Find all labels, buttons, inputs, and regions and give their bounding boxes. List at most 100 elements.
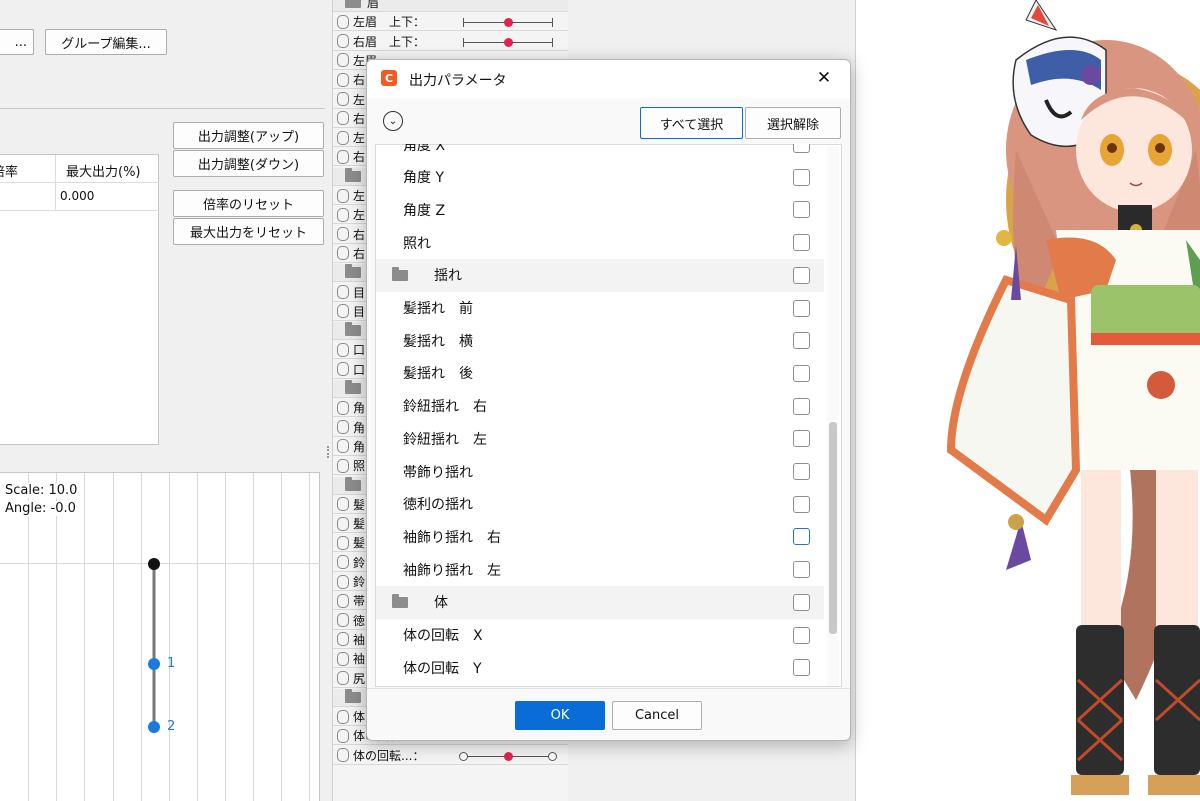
divider bbox=[0, 108, 330, 109]
select-all-button[interactable]: すべて選択 bbox=[640, 107, 743, 139]
dialog-param-row[interactable]: 体の回転 X bbox=[376, 619, 824, 652]
param-label: 髪 bbox=[353, 517, 366, 532]
splitter[interactable] bbox=[325, 0, 331, 801]
lock-icon[interactable] bbox=[337, 439, 349, 454]
dialog-param-row[interactable]: 鈴紐揺れ 右 bbox=[376, 390, 824, 423]
lock-icon[interactable] bbox=[337, 92, 349, 106]
param-checkbox[interactable] bbox=[793, 234, 810, 252]
dialog-param-row[interactable]: 髪揺れ 前 bbox=[376, 292, 824, 325]
close-icon[interactable]: ✕ bbox=[813, 67, 835, 89]
dialog-param-row[interactable]: 髪揺れ 後 bbox=[376, 357, 824, 390]
slider-handle[interactable] bbox=[504, 751, 513, 761]
param-checkbox[interactable] bbox=[793, 463, 810, 480]
lock-icon[interactable] bbox=[337, 400, 349, 415]
lock-icon[interactable] bbox=[337, 111, 349, 126]
lock-icon[interactable] bbox=[337, 613, 349, 628]
cancel-button[interactable]: Cancel bbox=[612, 701, 702, 730]
lock-icon[interactable] bbox=[337, 651, 349, 666]
param-checkbox[interactable] bbox=[793, 528, 810, 546]
dialog-param-row[interactable]: 照れ bbox=[376, 226, 824, 259]
model-viewport[interactable] bbox=[856, 0, 1200, 801]
lock-icon[interactable] bbox=[337, 72, 349, 87]
param-checkbox[interactable] bbox=[793, 397, 810, 415]
param-label: 体の回転...： bbox=[353, 748, 425, 763]
folder-icon bbox=[345, 380, 361, 394]
lock-icon[interactable] bbox=[337, 304, 349, 319]
param-checkbox[interactable] bbox=[793, 626, 810, 644]
dialog-param-row[interactable]: 帯飾り揺れ bbox=[376, 455, 824, 488]
lock-icon[interactable] bbox=[337, 246, 349, 261]
dialog-param-row[interactable]: 角度 Y bbox=[376, 161, 824, 194]
output-down-button[interactable]: 出力調整(ダウン) bbox=[173, 150, 324, 177]
lock-icon[interactable] bbox=[337, 53, 349, 68]
param-checkbox[interactable] bbox=[793, 201, 810, 219]
lock-icon[interactable] bbox=[337, 14, 349, 29]
lock-icon[interactable] bbox=[337, 671, 349, 685]
param-row[interactable]: 右眉 上下： bbox=[333, 32, 568, 51]
lock-icon[interactable] bbox=[337, 285, 349, 299]
lock-icon[interactable] bbox=[337, 342, 349, 357]
param-checkbox[interactable] bbox=[793, 495, 810, 513]
lock-icon[interactable] bbox=[337, 34, 349, 49]
param-checkbox[interactable] bbox=[793, 659, 810, 677]
lock-icon[interactable] bbox=[337, 420, 349, 435]
group-edit-button[interactable]: グループ編集... bbox=[45, 29, 167, 55]
dialog-param-row[interactable]: 袖飾り揺れ 左 bbox=[376, 553, 824, 586]
lock-icon[interactable] bbox=[337, 748, 349, 763]
param-slider[interactable] bbox=[463, 37, 553, 47]
dialog-param-row[interactable]: 体の回転 Y bbox=[376, 651, 824, 684]
dialog-scrollbar-track[interactable] bbox=[827, 146, 839, 686]
param-checkbox[interactable] bbox=[793, 561, 810, 579]
lock-icon[interactable] bbox=[337, 593, 349, 608]
param-group-row[interactable]: 眉 bbox=[333, 0, 568, 12]
lock-icon[interactable] bbox=[337, 728, 349, 743]
dialog-scrollbar-thumb[interactable] bbox=[829, 422, 837, 634]
dialog-group-row[interactable]: 体 bbox=[376, 585, 824, 619]
dialog-param-row[interactable]: 角度 Z bbox=[376, 193, 824, 226]
curve-graph[interactable]: Scale: 10.0 Angle: -0.0 1 2 bbox=[0, 472, 320, 801]
table-row[interactable]: 0.000 bbox=[0, 183, 159, 211]
lock-icon[interactable] bbox=[337, 362, 349, 377]
dialog-param-row[interactable]: 髪揺れ 横 bbox=[376, 324, 824, 357]
reset-max-button[interactable]: 最大出力をリセット bbox=[173, 218, 324, 245]
lock-icon[interactable] bbox=[337, 227, 349, 242]
param-label: 右 bbox=[353, 150, 366, 165]
lock-icon[interactable] bbox=[337, 709, 349, 724]
deselect-button[interactable]: 選択解除 bbox=[745, 107, 841, 139]
lock-icon[interactable] bbox=[337, 458, 349, 473]
param-checkbox[interactable] bbox=[793, 299, 810, 317]
param-checkbox[interactable] bbox=[793, 593, 810, 611]
slider-handle[interactable] bbox=[504, 18, 513, 28]
param-slider[interactable] bbox=[463, 18, 553, 28]
folder-icon bbox=[345, 0, 361, 8]
param-checkbox[interactable] bbox=[793, 332, 810, 350]
dialog-param-row[interactable]: 鈴紐揺れ 左 bbox=[376, 422, 824, 455]
reset-rate-button[interactable]: 倍率のリセット bbox=[173, 190, 324, 217]
output-up-button[interactable]: 出力調整(アップ) bbox=[173, 122, 324, 149]
param-checkbox[interactable] bbox=[793, 430, 810, 448]
collapse-toggle-icon[interactable]: ⌄ bbox=[383, 111, 403, 131]
param-slider[interactable] bbox=[459, 751, 557, 761]
dialog-group-row[interactable]: 揺れ bbox=[376, 258, 824, 292]
lock-icon[interactable] bbox=[337, 207, 349, 222]
lock-icon[interactable] bbox=[337, 130, 349, 145]
lock-icon[interactable] bbox=[337, 497, 349, 512]
ok-button[interactable]: OK bbox=[515, 701, 605, 730]
top-left-button[interactable]: ... bbox=[0, 29, 34, 55]
param-checkbox[interactable] bbox=[793, 364, 810, 382]
param-label: 徳 bbox=[353, 613, 366, 628]
param-row[interactable]: 体の回転...： bbox=[333, 746, 568, 765]
dialog-param-row[interactable]: 袖飾り揺れ 右 bbox=[376, 520, 824, 553]
lock-icon[interactable] bbox=[337, 516, 349, 531]
lock-icon[interactable] bbox=[337, 555, 349, 570]
param-row[interactable]: 左眉 上下： bbox=[333, 13, 568, 32]
lock-icon[interactable] bbox=[337, 632, 349, 647]
lock-icon[interactable] bbox=[337, 535, 349, 550]
lock-icon[interactable] bbox=[337, 149, 349, 164]
param-checkbox[interactable] bbox=[793, 266, 810, 284]
lock-icon[interactable] bbox=[337, 574, 349, 589]
param-checkbox[interactable] bbox=[793, 168, 810, 186]
dialog-param-row[interactable]: 徳利の揺れ bbox=[376, 488, 824, 521]
slider-handle[interactable] bbox=[504, 37, 513, 47]
lock-icon[interactable] bbox=[337, 188, 349, 203]
